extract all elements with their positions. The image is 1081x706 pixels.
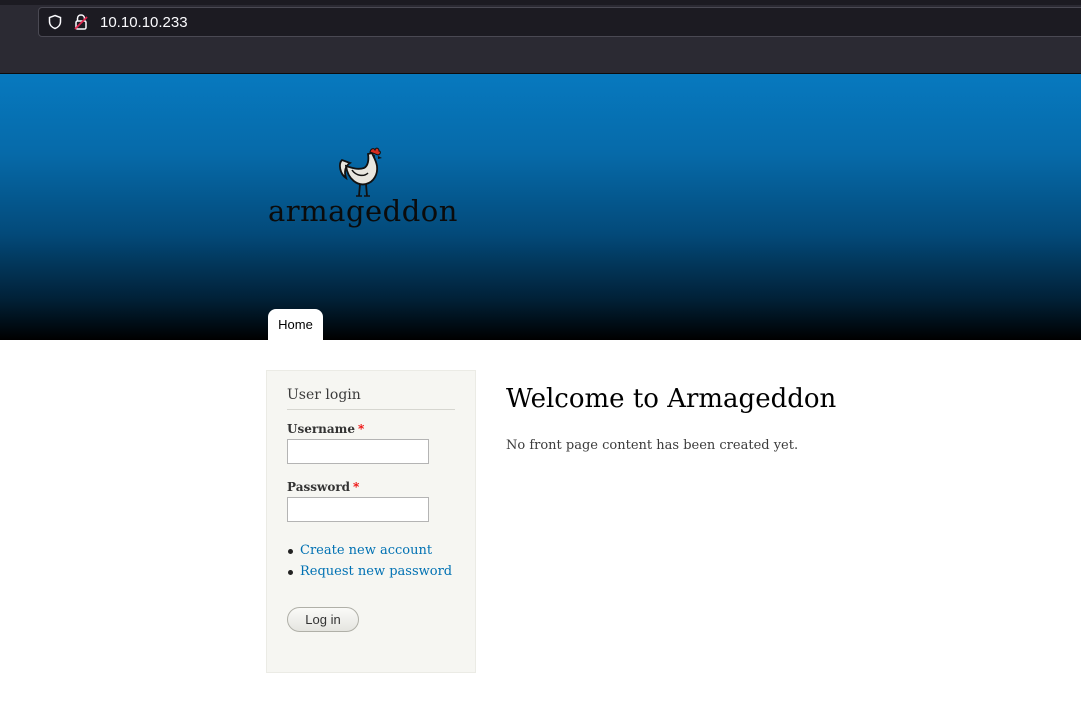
site-header: armageddon Home [0, 74, 1081, 340]
required-marker: * [353, 480, 360, 494]
bullet [288, 570, 293, 575]
browser-chrome: 10.10.10.233 [0, 0, 1081, 74]
list-item: Request new password [287, 564, 452, 585]
user-login-block: User login Username * Password * Create ne… [266, 370, 476, 673]
login-links: Create new account Request new password [287, 543, 452, 585]
bullet [288, 549, 293, 554]
password-label-text: Password [287, 480, 351, 494]
logo-text: armageddon [268, 194, 458, 228]
create-account-link[interactable]: Create new account [300, 543, 432, 558]
url-text[interactable]: 10.10.10.233 [100, 14, 188, 32]
username-label-text: Username [287, 422, 356, 436]
password-label: Password * [287, 480, 359, 494]
lock-icon[interactable] [73, 13, 89, 31]
required-marker: * [358, 422, 365, 436]
site-logo[interactable]: armageddon [268, 146, 458, 230]
address-bar[interactable]: 10.10.10.233 [38, 7, 1081, 37]
password-input[interactable] [287, 497, 429, 522]
username-input[interactable] [287, 439, 429, 464]
username-label: Username * [287, 422, 364, 436]
rooster-icon [336, 146, 386, 200]
list-item: Create new account [287, 543, 452, 564]
shield-icon[interactable] [47, 14, 63, 30]
login-button[interactable]: Log in [287, 607, 359, 632]
request-password-link[interactable]: Request new password [300, 564, 452, 579]
tab-home[interactable]: Home [268, 309, 323, 340]
tab-strip [0, 0, 1081, 5]
page-body-text: No front page content has been created y… [506, 438, 799, 453]
page-title: Welcome to Armageddon [506, 384, 837, 414]
block-title: User login [287, 387, 455, 410]
